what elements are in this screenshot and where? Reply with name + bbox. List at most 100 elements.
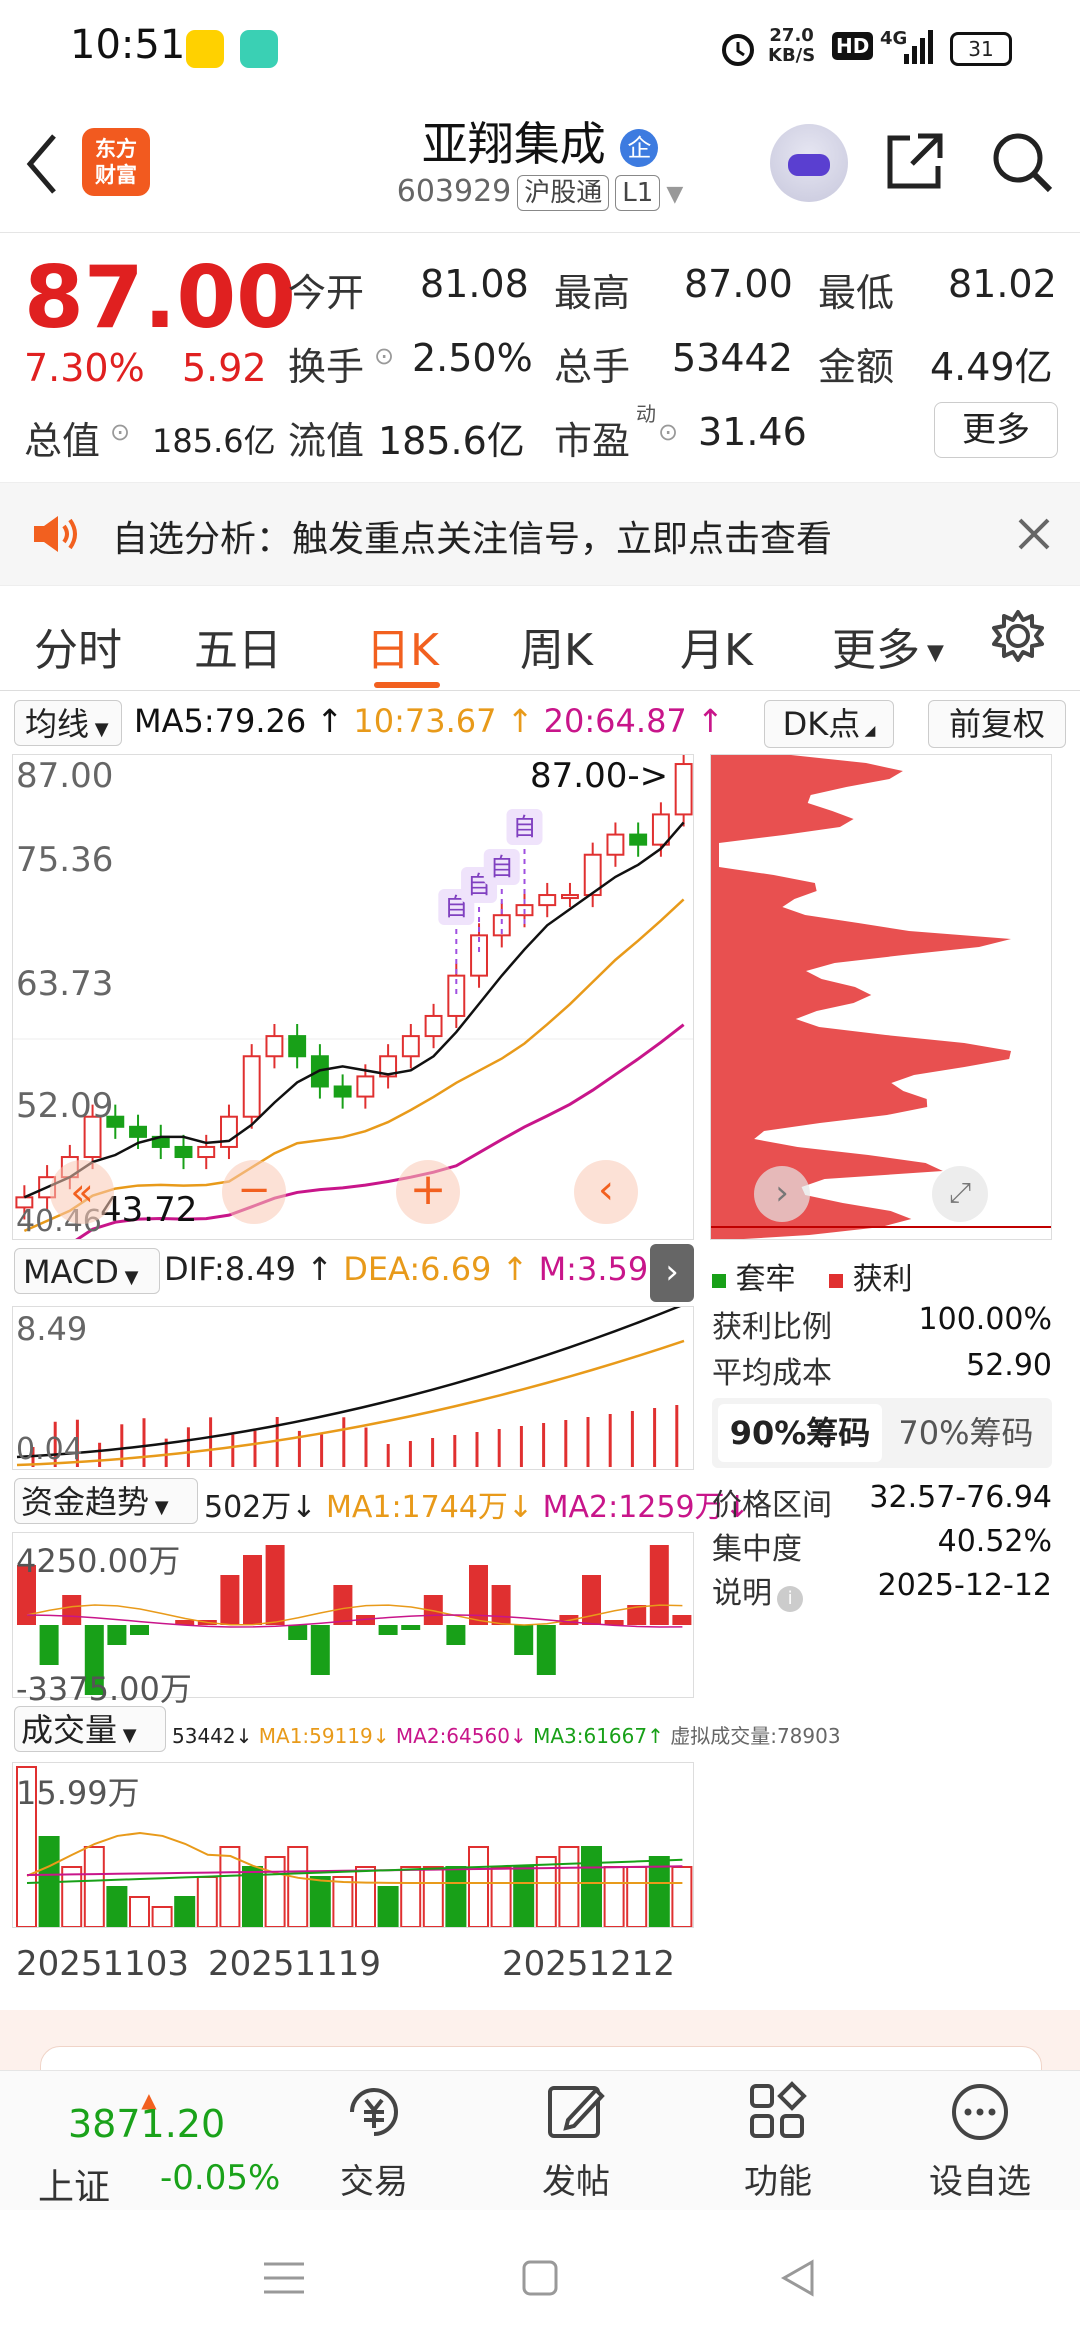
last-price: 87.00	[24, 248, 297, 348]
turnover-label: 换手	[288, 345, 365, 389]
more-dots-icon	[952, 2084, 1008, 2140]
zoom-out-icon[interactable]: −	[222, 1160, 286, 1224]
stock-name: 亚翔集成	[421, 117, 606, 171]
volume-label: 总手	[554, 345, 631, 389]
search-icon[interactable]	[990, 130, 1054, 194]
low-value: 81.02	[948, 262, 1057, 306]
open-value: 81.08	[420, 262, 529, 306]
volume-bar	[422, 1866, 444, 1927]
volume-value: 53442	[672, 336, 793, 380]
tab-monthly-k[interactable]: 月K	[680, 614, 753, 678]
fund-legend: 502万↓ MA1:1744万↓ MA2:1259万↓	[204, 1490, 750, 1525]
scroll-back-icon[interactable]: ‹	[574, 1160, 638, 1224]
tab-five-day[interactable]: 五日	[194, 614, 282, 678]
adjust-select[interactable]: 前复权	[928, 700, 1066, 748]
high-label: 最高	[554, 271, 631, 315]
volume-bar	[558, 1846, 580, 1927]
high-value: 87.00	[684, 262, 793, 306]
volume-bar	[377, 1886, 399, 1927]
pe-label: 市盈	[554, 419, 631, 463]
tab-more[interactable]: 更多 ▼	[832, 614, 944, 678]
expand-icon[interactable]: ⤢	[932, 1166, 988, 1222]
close-icon[interactable]	[1016, 516, 1052, 552]
tab-daily-k[interactable]: 日K	[366, 614, 439, 678]
pe-info-icon[interactable]: ⊙	[658, 418, 678, 446]
macd-chart[interactable]	[12, 1306, 694, 1470]
nav-function[interactable]: 功能	[708, 2080, 848, 2203]
turnover-value: 2.50%	[412, 336, 533, 380]
price-range-row: 价格区间 32.57-76.94	[712, 1480, 1052, 1523]
tab-weekly-k[interactable]: 周K	[520, 614, 593, 678]
fund-bar	[288, 1625, 308, 1640]
amount-label: 金额	[818, 345, 895, 389]
dk-point-select[interactable]: DK点 ◢	[764, 700, 894, 748]
open-label: 今开	[288, 271, 365, 315]
volume-bar	[309, 1876, 331, 1927]
post-edit-icon	[548, 2086, 605, 2138]
fund-bar	[333, 1585, 353, 1625]
volume-bar	[196, 1876, 218, 1927]
macd-select[interactable]: MACD ▼	[14, 1248, 160, 1294]
volume-bar	[468, 1846, 489, 1927]
volume-bar	[332, 1876, 354, 1927]
notice-text[interactable]: 自选分析：触发重点关注信号，立即点击查看	[112, 510, 832, 562]
scroll-left-icon[interactable]: «	[50, 1160, 114, 1224]
candle	[606, 833, 625, 856]
volume-bar	[106, 1886, 128, 1927]
date-label-1: 20251103	[16, 1944, 190, 1984]
menu-icon[interactable]	[262, 2260, 306, 2296]
fund-bar	[220, 1575, 240, 1625]
level-badge: L1	[615, 175, 661, 211]
fund-bar	[62, 1595, 82, 1625]
zoom-in-icon[interactable]: +	[396, 1160, 460, 1224]
settings-gear-icon[interactable]	[990, 608, 1046, 664]
volume-bar	[287, 1846, 309, 1927]
candle	[265, 1035, 284, 1058]
dea-line	[16, 1339, 685, 1467]
volume-select[interactable]: 成交量 ▼	[14, 1706, 166, 1752]
ma-select[interactable]: 均线 ▼	[14, 700, 122, 746]
back-nav-icon[interactable]	[778, 2258, 818, 2298]
assistant-avatar-icon[interactable]	[770, 124, 848, 202]
tab-chip-70[interactable]: 70%筹码	[886, 1404, 1046, 1462]
chip-tabs: 90%筹码 70%筹码	[712, 1398, 1052, 1468]
chip-next-icon[interactable]: ›	[754, 1166, 810, 1222]
home-icon[interactable]	[520, 2258, 560, 2298]
share-icon[interactable]	[884, 130, 946, 192]
volume-bar	[603, 1866, 625, 1927]
float-label: 流值	[288, 419, 365, 463]
info-icon[interactable]: ⊙	[110, 418, 130, 446]
fund-bar	[310, 1625, 330, 1675]
more-button[interactable]: 更多	[934, 402, 1058, 458]
volume-legend: 53442↓ MA1:59119↓ MA2:64560↓ MA3:61667↑ …	[172, 1724, 841, 1748]
y-label-3: 63.73	[16, 964, 114, 1004]
volume-bar	[671, 1866, 693, 1927]
volume-y-top: 15.99万	[16, 1774, 140, 1812]
expand-indicator-icon[interactable]: ›	[650, 1244, 694, 1302]
nav-add-watchlist[interactable]: 设自选	[910, 2080, 1050, 2203]
y-label-top: 87.00	[16, 756, 114, 796]
macd-y-top: 8.49	[16, 1310, 88, 1348]
profit-ratio-row: 获利比例 100.00%	[712, 1302, 1052, 1345]
fund-bar	[672, 1615, 692, 1625]
nav-post[interactable]: 发帖	[506, 2080, 646, 2203]
nav-trade[interactable]: 交易	[304, 2080, 444, 2203]
fund-bar	[243, 1555, 262, 1625]
tab-timeshare[interactable]: 分时	[34, 614, 122, 678]
fund-bar	[130, 1625, 149, 1635]
note-info-icon[interactable]: i	[777, 1585, 804, 1612]
dif-line	[16, 1307, 682, 1459]
tab-chip-90[interactable]: 90%筹码	[718, 1404, 882, 1462]
turnover-info-icon[interactable]: ⊙	[374, 342, 394, 370]
system-nav-bar	[0, 2210, 1080, 2340]
index-ticker[interactable]: ▲ 3871.20 上证 -0.05%	[24, 2090, 280, 2208]
mktcap-value: 185.6亿	[152, 422, 276, 460]
hd-badge: HD	[832, 32, 874, 60]
chip-distribution-chart[interactable]	[710, 754, 1052, 1240]
speaker-icon	[34, 516, 77, 552]
chat-app-icon	[240, 30, 278, 68]
fund-bar	[536, 1625, 556, 1675]
mktcap-label: 总值	[24, 419, 101, 463]
fund-trend-select[interactable]: 资金趋势 ▼	[14, 1478, 198, 1524]
signal-icon	[904, 30, 933, 64]
